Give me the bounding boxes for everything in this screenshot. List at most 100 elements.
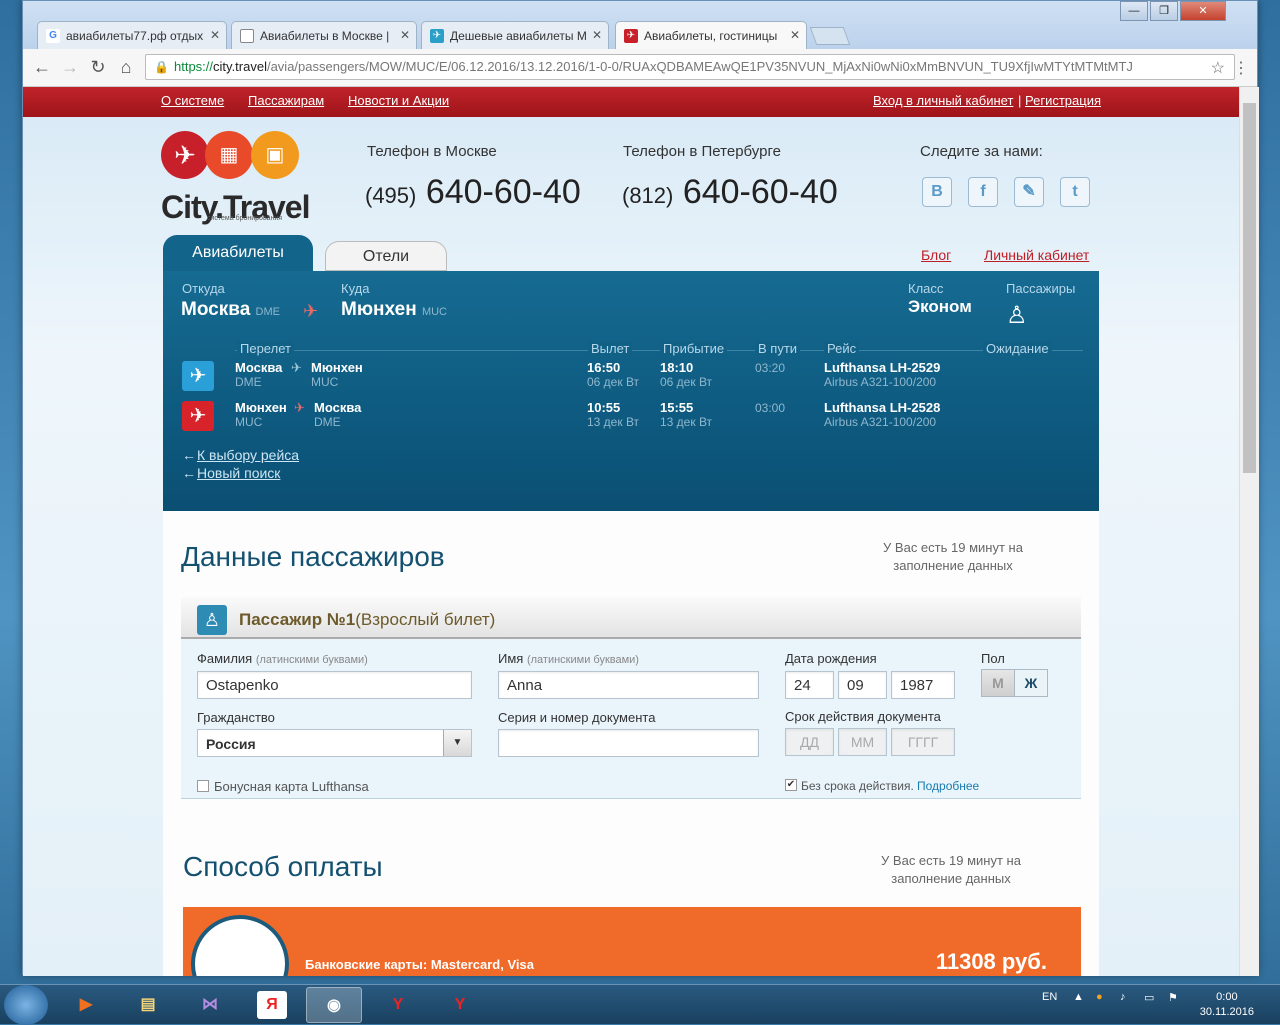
pax-label: Пассажиры bbox=[1006, 281, 1076, 296]
minimize-button[interactable]: — bbox=[1120, 1, 1148, 21]
expiry-year-input[interactable]: ГГГГ bbox=[891, 728, 955, 756]
close-window-button[interactable]: ✕ bbox=[1180, 1, 1226, 21]
dob-label: Дата рождения bbox=[785, 651, 877, 666]
tab-aviabilety-moscow[interactable]: Авиабилеты в Москве | ✕ bbox=[231, 21, 417, 49]
scrollbar-thumb[interactable] bbox=[1243, 103, 1256, 473]
expiry-month-input[interactable]: ММ bbox=[838, 728, 887, 756]
close-tab-icon[interactable]: ✕ bbox=[592, 28, 602, 42]
flight-to-code: DME bbox=[314, 415, 341, 429]
tab-google[interactable]: G авиабилеты77.рф отдых ✕ bbox=[37, 21, 227, 49]
passenger-fields: Фамилия (латинскими буквами) Ostapenko И… bbox=[181, 639, 1081, 799]
passengers-timer: У Вас есть 19 минут на заполнение данных bbox=[883, 540, 1023, 573]
vk-icon[interactable]: В bbox=[922, 177, 952, 207]
route-plane-icon: ✈ bbox=[303, 301, 319, 321]
new-tab-button[interactable] bbox=[809, 27, 851, 45]
cabinet-link[interactable]: Личный кабинет bbox=[984, 247, 1089, 263]
tab-label: Авиабилеты в Москве | bbox=[260, 29, 390, 43]
close-tab-icon[interactable]: ✕ bbox=[400, 28, 410, 42]
name-input[interactable]: Anna bbox=[498, 671, 759, 699]
clock[interactable]: 0:00 30.11.2016 bbox=[1200, 990, 1254, 1020]
header-flight: Рейс bbox=[824, 341, 860, 356]
yandex-icon[interactable]: Y bbox=[370, 987, 426, 1023]
dob-year-input[interactable]: 1987 bbox=[891, 671, 955, 699]
back-icon[interactable]: ← bbox=[31, 57, 53, 78]
tab-cheap-tickets[interactable]: ✈ Дешевые авиабилеты М ✕ bbox=[421, 21, 609, 49]
back-to-flights-link[interactable]: К выбору рейса bbox=[182, 447, 299, 463]
reload-icon[interactable]: ↻ bbox=[87, 57, 109, 78]
login-link[interactable]: Вход в личный кабинет bbox=[873, 93, 1013, 108]
from-label: Откуда bbox=[182, 281, 225, 296]
menu-icon[interactable]: ⋮ bbox=[1233, 58, 1249, 78]
return-plane-icon: ✈ bbox=[182, 401, 214, 431]
maximize-button[interactable]: ❐ bbox=[1150, 1, 1178, 21]
flight-dep-date: 13 дек Вт bbox=[587, 415, 640, 429]
livejournal-icon[interactable]: ✎ bbox=[1014, 177, 1044, 207]
web-page: О системе Пассажирам Новости и Акции Вхо… bbox=[23, 87, 1239, 976]
phone-moscow: (495) 640-60-40 bbox=[365, 173, 581, 211]
header-route: Перелет bbox=[237, 341, 294, 356]
vertical-scrollbar[interactable] bbox=[1239, 87, 1259, 976]
volume-icon[interactable]: ♪ bbox=[1120, 991, 1126, 1003]
surname-label: Фамилия (латинскими буквами) bbox=[197, 651, 368, 666]
citizenship-value: Россия bbox=[206, 736, 256, 752]
passenger-form-section: Данные пассажиров У Вас есть 19 минут на… bbox=[163, 511, 1099, 976]
action-center-icon[interactable]: ⚑ bbox=[1168, 991, 1178, 1004]
flight-from-code: MUC bbox=[235, 415, 263, 429]
chevron-down-icon: ▼ bbox=[443, 730, 471, 756]
forward-icon[interactable]: → bbox=[59, 57, 81, 78]
tab-citytravel[interactable]: ✈ Авиабилеты, гостиницы ✕ bbox=[615, 21, 807, 50]
network-icon[interactable]: ▭ bbox=[1144, 991, 1154, 1004]
expiry-day-input[interactable]: ДД bbox=[785, 728, 834, 756]
flight-aircraft: Airbus A321-100/200 bbox=[824, 415, 937, 429]
bonus-card-checkbox[interactable] bbox=[197, 780, 209, 792]
citytravel-logo[interactable]: ✈ ▦ ▣ City.Travel система бронирования bbox=[161, 131, 311, 226]
yandex-browser-icon[interactable]: Я bbox=[257, 991, 287, 1019]
tab-hotels[interactable]: Отели bbox=[325, 241, 447, 271]
show-hidden-icons-icon[interactable]: ▲ bbox=[1073, 991, 1084, 1003]
gender-male-button[interactable]: М bbox=[981, 669, 1015, 697]
more-info-link[interactable]: Подробнее bbox=[917, 779, 979, 793]
flight-to-code: MUC bbox=[311, 375, 339, 389]
dob-month-input[interactable]: 09 bbox=[838, 671, 887, 699]
citizenship-select[interactable]: Россия ▼ bbox=[197, 729, 472, 757]
dob-day-input[interactable]: 24 bbox=[785, 671, 834, 699]
close-tab-icon[interactable]: ✕ bbox=[210, 28, 220, 42]
yandex-alt-icon[interactable]: Y bbox=[432, 987, 488, 1023]
visual-studio-icon[interactable]: ⋈ bbox=[182, 987, 238, 1023]
payment-option-cards[interactable]: Банковские карты: Mastercard, Visa 11308… bbox=[183, 907, 1081, 976]
start-button[interactable] bbox=[4, 985, 48, 1025]
nav-passengers[interactable]: Пассажирам bbox=[248, 93, 324, 108]
tray-app-icon[interactable]: ● bbox=[1096, 991, 1103, 1003]
top-nav-bar: О системе Пассажирам Новости и Акции Вхо… bbox=[23, 87, 1239, 117]
media-player-icon[interactable]: ▶ bbox=[58, 987, 114, 1023]
tab-avia[interactable]: Авиабилеты bbox=[163, 235, 313, 271]
home-icon[interactable]: ⌂ bbox=[115, 57, 137, 78]
nav-news[interactable]: Новости и Акции bbox=[348, 93, 449, 108]
facebook-icon[interactable]: f bbox=[968, 177, 998, 207]
close-tab-icon[interactable]: ✕ bbox=[790, 28, 800, 42]
language-indicator[interactable]: EN bbox=[1042, 991, 1057, 1003]
passenger-header: ♙ Пассажир №1(Взрослый билет) bbox=[181, 597, 1081, 639]
nav-about[interactable]: О системе bbox=[161, 93, 224, 108]
twitter-icon[interactable]: t bbox=[1060, 177, 1090, 207]
register-link[interactable]: Регистрация bbox=[1025, 93, 1101, 108]
plane-logo-icon: ✈ bbox=[161, 131, 209, 179]
new-search-link[interactable]: Новый поиск bbox=[182, 465, 280, 481]
blog-link[interactable]: Блог bbox=[921, 247, 951, 263]
flight-duration: 03:00 bbox=[755, 401, 786, 415]
plane-icon: ✈ bbox=[430, 29, 444, 43]
payment-timer: У Вас есть 19 минут на заполнение данных bbox=[881, 853, 1021, 886]
url-field[interactable]: 🔒 https://city.travel/avia/passengers/MO… bbox=[145, 54, 1235, 80]
file-explorer-icon[interactable]: ▤ bbox=[120, 987, 176, 1023]
flight-from: Москва bbox=[235, 360, 283, 375]
bookmark-star-icon[interactable]: ☆ bbox=[1211, 58, 1225, 78]
surname-input[interactable]: Ostapenko bbox=[197, 671, 472, 699]
url-scheme: https:// bbox=[174, 59, 214, 74]
no-expiry-label: Без срока действия. bbox=[801, 779, 914, 793]
flight-from: Мюнхен bbox=[235, 400, 287, 415]
url-path: /avia/passengers/MOW/MUC/E/06.12.2016/13… bbox=[266, 59, 1133, 74]
chrome-icon[interactable]: ◉ bbox=[306, 987, 362, 1023]
no-expiry-checkbox[interactable]: ✔ bbox=[785, 779, 797, 791]
gender-female-button[interactable]: Ж bbox=[1014, 669, 1048, 697]
doc-number-input[interactable] bbox=[498, 729, 759, 757]
